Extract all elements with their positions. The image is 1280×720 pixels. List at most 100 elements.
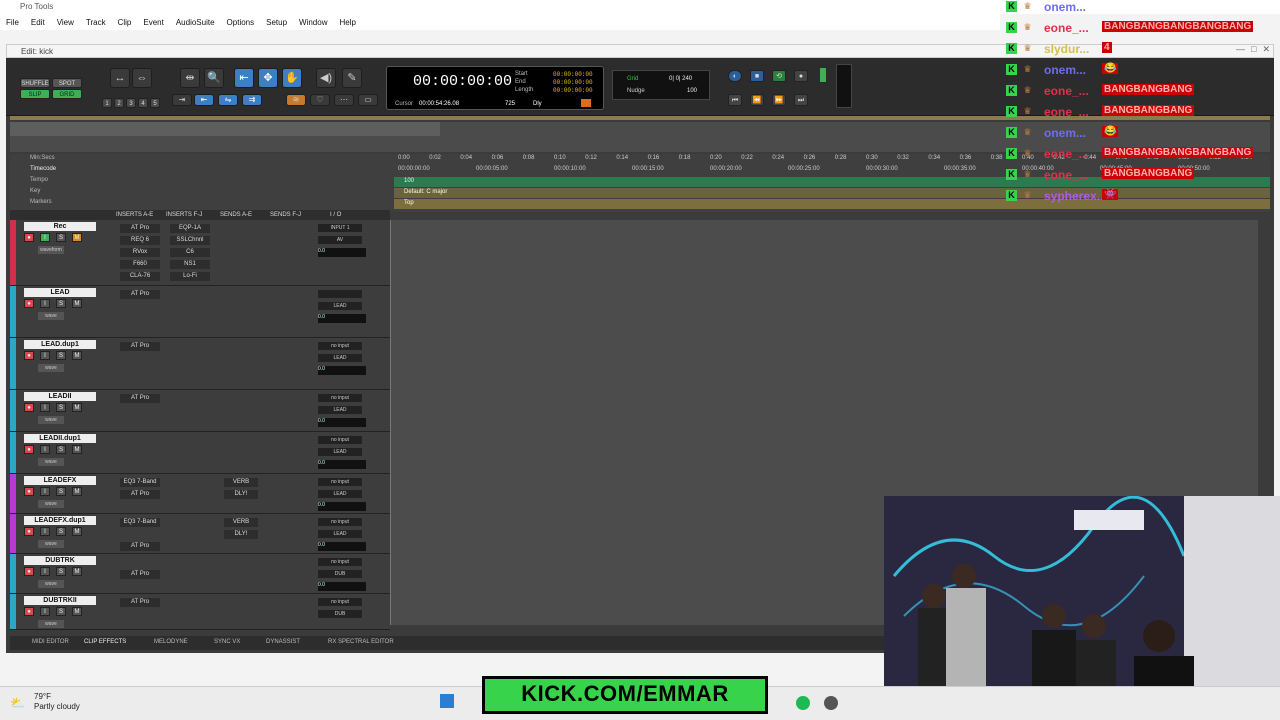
insert-slot[interactable]: AT Pro	[120, 490, 160, 499]
insert-slot[interactable]: EQ3 7-Band	[120, 518, 160, 527]
tab-dynassist[interactable]: DYNASSIST	[266, 639, 300, 645]
solo-button[interactable]: S	[56, 567, 66, 576]
zoom-out-icon[interactable]: ↔	[110, 68, 130, 88]
zoom-preset-1[interactable]: 1	[102, 98, 112, 108]
solo-button[interactable]: S	[56, 445, 66, 454]
solo-button[interactable]: S	[56, 403, 66, 412]
input-selector[interactable]	[318, 290, 362, 298]
track-name[interactable]: DUBTRK	[24, 556, 96, 565]
chat-username[interactable]: eone_...	[1044, 21, 1089, 35]
insert-slot[interactable]: AT Pro	[120, 542, 160, 551]
solo-button[interactable]: S	[56, 607, 66, 616]
input-monitor-button[interactable]: I	[40, 527, 50, 536]
menu-help[interactable]: Help	[339, 18, 355, 27]
track-leadii[interactable]: LEADII ● I S Mwave AT Pro no input LEAD 0.0	[10, 390, 390, 432]
dly-label[interactable]: Dly	[533, 101, 542, 107]
track-leadii-dup1[interactable]: LEADII.dup1 ● I S Mwave no input LEAD 0.0	[10, 432, 390, 474]
input-selector[interactable]: no input	[318, 518, 362, 526]
record-enable-button[interactable]: ●	[24, 403, 34, 412]
record-enable-button[interactable]: ●	[24, 445, 34, 454]
mute-button[interactable]: M	[72, 567, 82, 576]
solo-button[interactable]: S	[56, 487, 66, 496]
input-monitor-button[interactable]: I	[40, 567, 50, 576]
output-selector[interactable]: LEAD	[318, 302, 362, 310]
track-view-selector[interactable]: wave	[38, 312, 64, 320]
zoom-preset-5[interactable]: 5	[150, 98, 160, 108]
send-slot[interactable]: VERB	[224, 518, 258, 527]
record-enable-button[interactable]: ●	[24, 351, 34, 360]
chat-username[interactable]: onem...	[1044, 126, 1086, 140]
menu-setup[interactable]: Setup	[266, 18, 287, 27]
track-view-selector[interactable]: wave	[38, 416, 64, 424]
selector-tool-icon[interactable]: ✥	[258, 68, 278, 88]
track-view-selector[interactable]: wave	[38, 500, 64, 508]
fast-forward-icon[interactable]: ⏩	[772, 94, 786, 106]
volume-display[interactable]: 0.0	[318, 582, 366, 591]
output-selector[interactable]: LEAD	[318, 448, 362, 456]
input-monitor-button[interactable]: I	[40, 445, 50, 454]
chat-username[interactable]: eone_...	[1044, 168, 1089, 182]
input-selector[interactable]: no input	[318, 598, 362, 606]
input-selector[interactable]: no input	[318, 394, 362, 402]
output-selector[interactable]: AV	[318, 236, 362, 244]
output-selector[interactable]: LEAD	[318, 354, 362, 362]
track-color-bar[interactable]	[10, 594, 16, 629]
record-enable-button[interactable]: ●	[24, 607, 34, 616]
solo-button[interactable]: S	[56, 233, 66, 242]
shuffle-mode-button[interactable]: SHUFFLE	[20, 78, 50, 88]
track-dubtrk[interactable]: DUBTRK ● I S Mwave AT Pro no input DUB 0.0	[10, 554, 390, 594]
online-icon[interactable]: ◐	[728, 70, 742, 82]
send-slot[interactable]: VERB	[224, 478, 258, 487]
menu-event[interactable]: Event	[143, 18, 163, 27]
send-slot[interactable]: DLY!	[224, 530, 258, 539]
track-view-selector[interactable]: wave	[38, 364, 64, 372]
volume-display[interactable]: 0.0	[318, 314, 366, 323]
slip-mode-button[interactable]: SLIP	[20, 89, 50, 99]
keyboard-focus-icon[interactable]: ⋯	[334, 94, 354, 106]
input-monitor-button[interactable]: I	[40, 351, 50, 360]
track-view-selector[interactable]: wave	[38, 458, 64, 466]
mute-button[interactable]: M	[72, 233, 82, 242]
track-view-selector[interactable]: wave	[38, 620, 64, 628]
track-lead[interactable]: LEAD ● I S Mwave AT Pro LEAD 0.0	[10, 286, 390, 338]
chat-username[interactable]: onem...	[1044, 63, 1086, 77]
menu-view[interactable]: View	[57, 18, 74, 27]
volume-display[interactable]: 0.0	[318, 502, 366, 511]
insert-slot[interactable]: EQ3 7-Band	[120, 478, 160, 487]
tab-sync-vx[interactable]: SYNC VX	[214, 639, 240, 645]
pencil-tool-icon[interactable]: ✎	[342, 68, 362, 88]
menu-window[interactable]: Window	[299, 18, 327, 27]
mute-button[interactable]: M	[72, 487, 82, 496]
track-name[interactable]: LEADII	[24, 392, 96, 401]
chat-username[interactable]: eone_...	[1044, 147, 1089, 161]
send-slot[interactable]: DLY!	[224, 490, 258, 499]
zoom-preset-4[interactable]: 4	[138, 98, 148, 108]
mute-button[interactable]: M	[72, 351, 82, 360]
chat-username[interactable]: eone_...	[1044, 105, 1089, 119]
solo-button[interactable]: S	[56, 351, 66, 360]
output-selector[interactable]: LEAD	[318, 530, 362, 538]
volume-display[interactable]: 0.0	[318, 460, 366, 469]
scrubber-tool-icon[interactable]: ◀)	[316, 68, 336, 88]
link-icon[interactable]: ⇥	[172, 94, 192, 106]
record-enable-button[interactable]: ●	[24, 233, 34, 242]
mirror-midi-icon[interactable]: ♡	[310, 94, 330, 106]
track-name[interactable]: LEADEFX	[24, 476, 96, 485]
mute-button[interactable]: M	[72, 403, 82, 412]
input-selector[interactable]: INPUT 1	[318, 224, 362, 232]
track-dubtrkii[interactable]: DUBTRKII ● I S Mwave AT Pro no input DUB	[10, 594, 390, 630]
chat-username[interactable]: slydur...	[1044, 42, 1089, 56]
menu-audiosuite[interactable]: AudioSuite	[176, 18, 215, 27]
stop-icon[interactable]: ■	[750, 70, 764, 82]
track-color-bar[interactable]	[10, 286, 16, 337]
track-view-selector[interactable]: waveform	[38, 246, 64, 254]
track-view-selector[interactable]: wave	[38, 540, 64, 548]
input-monitor-button[interactable]: I	[40, 487, 50, 496]
insert-slot[interactable]: AT Pro	[120, 224, 160, 233]
loop-icon[interactable]: ⟲	[772, 70, 786, 82]
link-track-edit-icon[interactable]: ⇋	[218, 94, 238, 106]
grid-value[interactable]: 0| 0| 240	[669, 76, 692, 82]
output-selector[interactable]: DUB	[318, 610, 362, 618]
app-icon[interactable]	[824, 696, 838, 710]
track-color-bar[interactable]	[10, 220, 16, 285]
